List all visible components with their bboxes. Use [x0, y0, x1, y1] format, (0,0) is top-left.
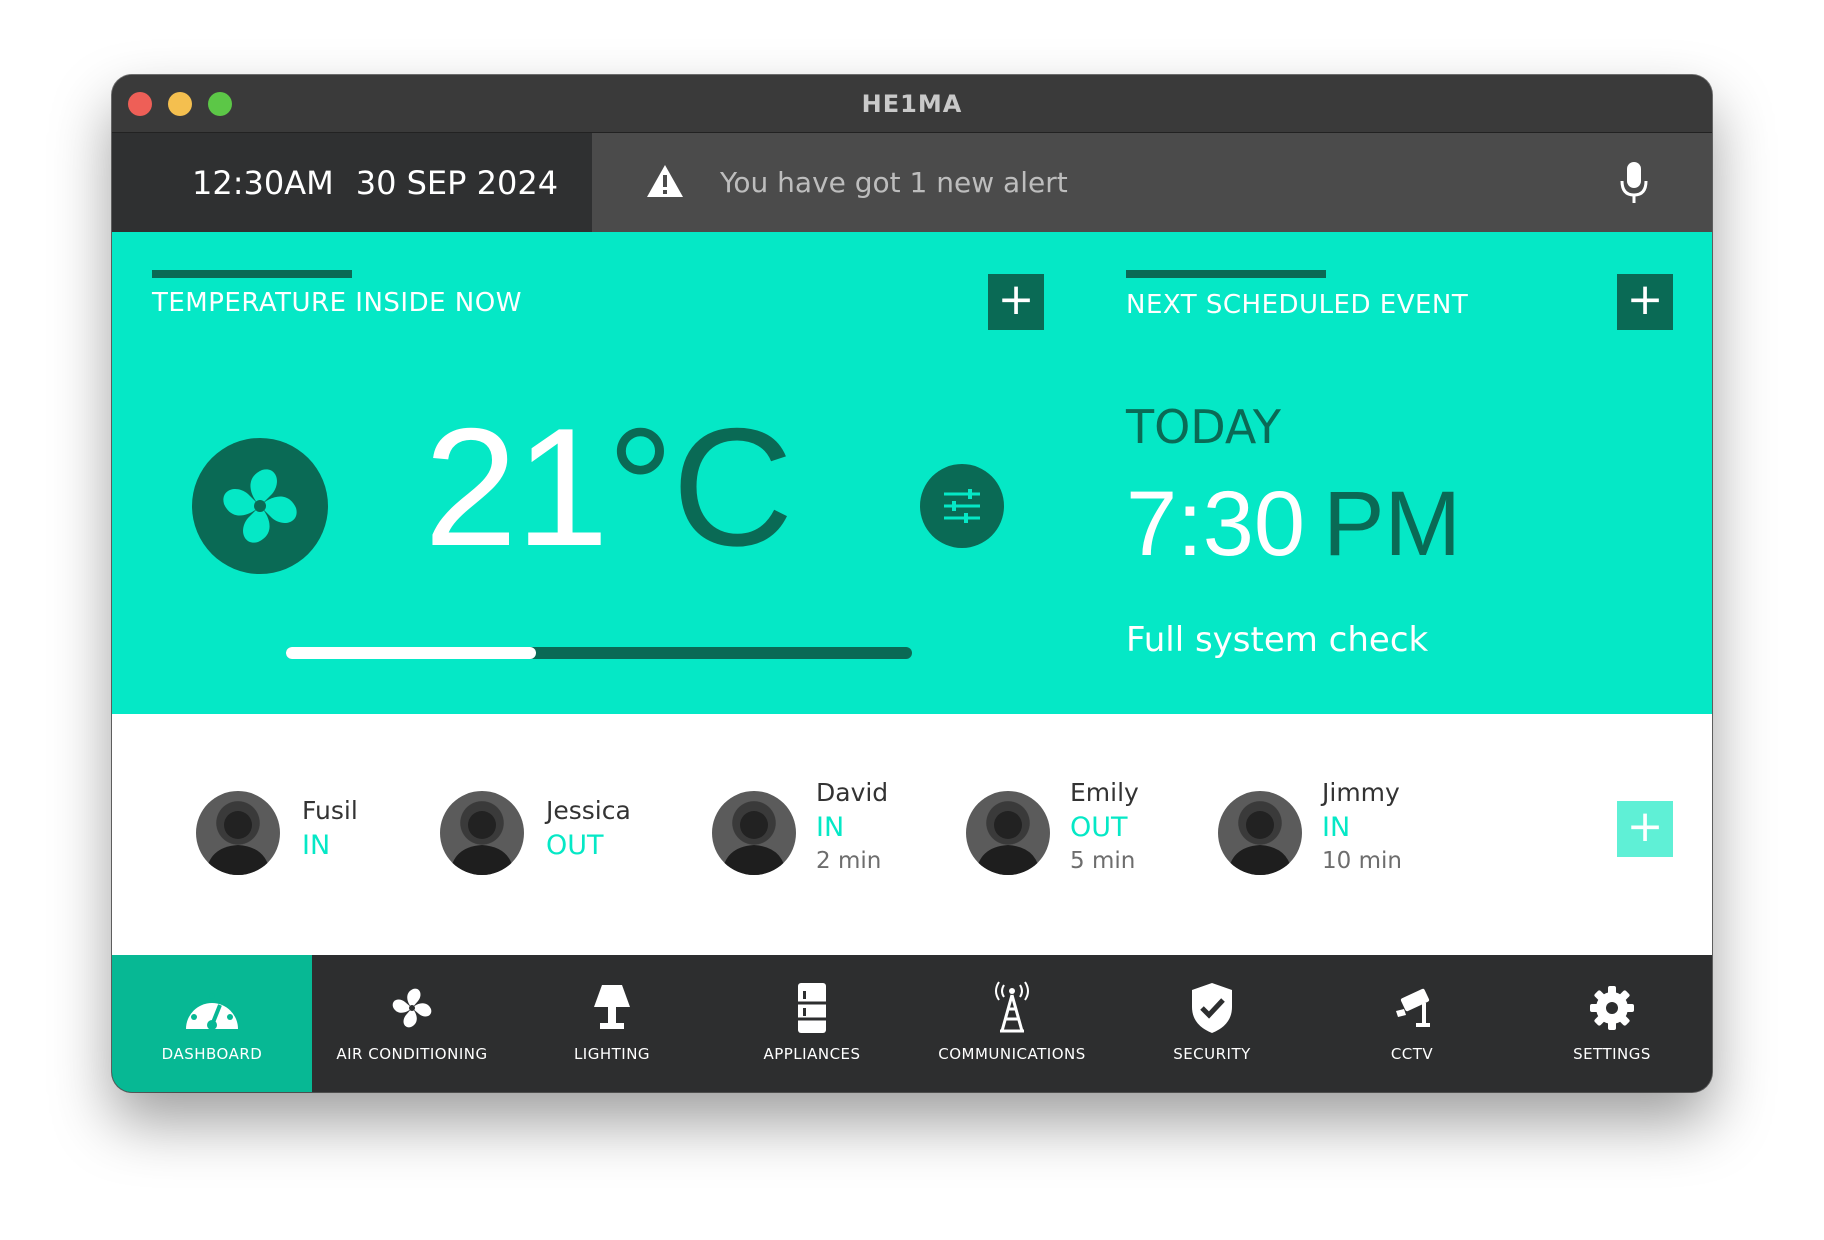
bottom-nav: DASHBOARD AIR CONDITIONING LIGHTING APPL…: [112, 955, 1712, 1092]
datetime-display: 12:30AM 30 SEP 2024: [112, 133, 592, 232]
nav-item-lighting[interactable]: LIGHTING: [512, 955, 712, 1092]
top-bar: 12:30AM 30 SEP 2024 You have got 1 new a…: [112, 133, 1712, 232]
fan-icon: [223, 469, 297, 543]
nav-label: LIGHTING: [573, 1045, 651, 1063]
temperature-rule: [152, 270, 352, 278]
shield-icon: [1192, 983, 1232, 1033]
person-status: OUT: [1070, 812, 1128, 843]
person-time: 10 min: [1322, 848, 1402, 874]
temperature-label: TEMPERATURE INSIDE NOW: [152, 288, 522, 318]
person-name: Jessica: [546, 796, 631, 825]
temperature-reading: 21°C: [424, 403, 793, 571]
nav-label: SECURITY: [1173, 1045, 1251, 1063]
person-name: Emily: [1070, 778, 1139, 807]
person-status: OUT: [546, 830, 604, 861]
nav-item-dashboard[interactable]: DASHBOARD: [112, 955, 312, 1092]
title-bar: HE1MA: [112, 75, 1712, 133]
lamp-icon: [594, 985, 630, 1029]
antenna-icon: [995, 981, 1029, 1033]
event-time-value: 7:30: [1126, 473, 1306, 575]
avatar: [1218, 791, 1302, 875]
nav-label: COMMUNICATIONS: [938, 1045, 1086, 1063]
nav-item-cctv[interactable]: CCTV: [1312, 955, 1512, 1092]
event-description: Full system check: [1126, 620, 1429, 660]
alert-message: You have got 1 new alert: [720, 166, 1068, 199]
add-event-button[interactable]: +: [1617, 274, 1673, 330]
app-window: HE1MA 12:30AM 30 SEP 2024 You have got 1…: [112, 75, 1712, 1092]
person-name: David: [816, 778, 889, 807]
person-name: Fusil: [302, 796, 358, 825]
nav-label: AIR CONDITIONING: [336, 1045, 488, 1063]
avatar: [440, 791, 524, 875]
nav-label: DASHBOARD: [161, 1045, 263, 1063]
gauge-icon: [186, 993, 238, 1030]
nav-item-appliances[interactable]: APPLIANCES: [712, 955, 912, 1092]
add-temperature-button[interactable]: +: [988, 274, 1044, 330]
event-label: NEXT SCHEDULED EVENT: [1126, 290, 1469, 320]
adjust-temperature-button[interactable]: [920, 464, 1004, 548]
person-name: Jimmy: [1322, 778, 1400, 807]
nav-item-air-conditioning[interactable]: AIR CONDITIONING: [312, 955, 512, 1092]
person-status: IN: [302, 830, 331, 861]
temperature-unit: °C: [606, 393, 794, 581]
current-date: 30 SEP 2024: [355, 163, 559, 202]
hero-panel: TEMPERATURE INSIDE NOW + 21°C NEXT SCHED…: [112, 232, 1712, 714]
avatar: [966, 791, 1050, 875]
nav-item-communications[interactable]: COMMUNICATIONS: [912, 955, 1112, 1092]
nav-item-security[interactable]: SECURITY: [1112, 955, 1312, 1092]
sliders-icon: [944, 489, 980, 523]
warning-icon: [647, 165, 683, 197]
add-person-button[interactable]: +: [1617, 801, 1673, 857]
temperature-slider-fill: [286, 647, 537, 659]
gear-icon: [1590, 986, 1634, 1030]
camera-icon: [1396, 988, 1430, 1027]
app-title: HE1MA: [861, 90, 963, 118]
avatar: [712, 791, 796, 875]
alert-bar[interactable]: You have got 1 new alert: [592, 133, 1712, 232]
person-status: IN: [816, 812, 845, 843]
event-rule: [1126, 270, 1326, 278]
temperature-value: 21: [424, 393, 609, 581]
person-status: IN: [1322, 812, 1351, 843]
fan-icon: [392, 988, 432, 1028]
person-time: 5 min: [1070, 848, 1136, 874]
person-time: 2 min: [816, 848, 882, 874]
fan-button[interactable]: [192, 438, 328, 574]
avatar: [196, 791, 280, 875]
nav-label: CCTV: [1390, 1045, 1434, 1063]
fridge-icon: [798, 983, 826, 1033]
nav-label: SETTINGS: [1573, 1045, 1651, 1063]
event-day: TODAY: [1126, 400, 1281, 454]
event-time-ampm: PM: [1323, 473, 1462, 575]
microphone-icon[interactable]: [1619, 161, 1649, 205]
nav-label: APPLIANCES: [763, 1045, 861, 1063]
current-time: 12:30AM: [192, 163, 334, 202]
nav-item-settings[interactable]: SETTINGS: [1512, 955, 1712, 1092]
temperature-slider[interactable]: [286, 647, 912, 659]
people-panel: Fusil IN Jessica OUT David IN 2 min Emil…: [112, 714, 1712, 955]
event-time: 7:30 PM: [1126, 474, 1461, 574]
